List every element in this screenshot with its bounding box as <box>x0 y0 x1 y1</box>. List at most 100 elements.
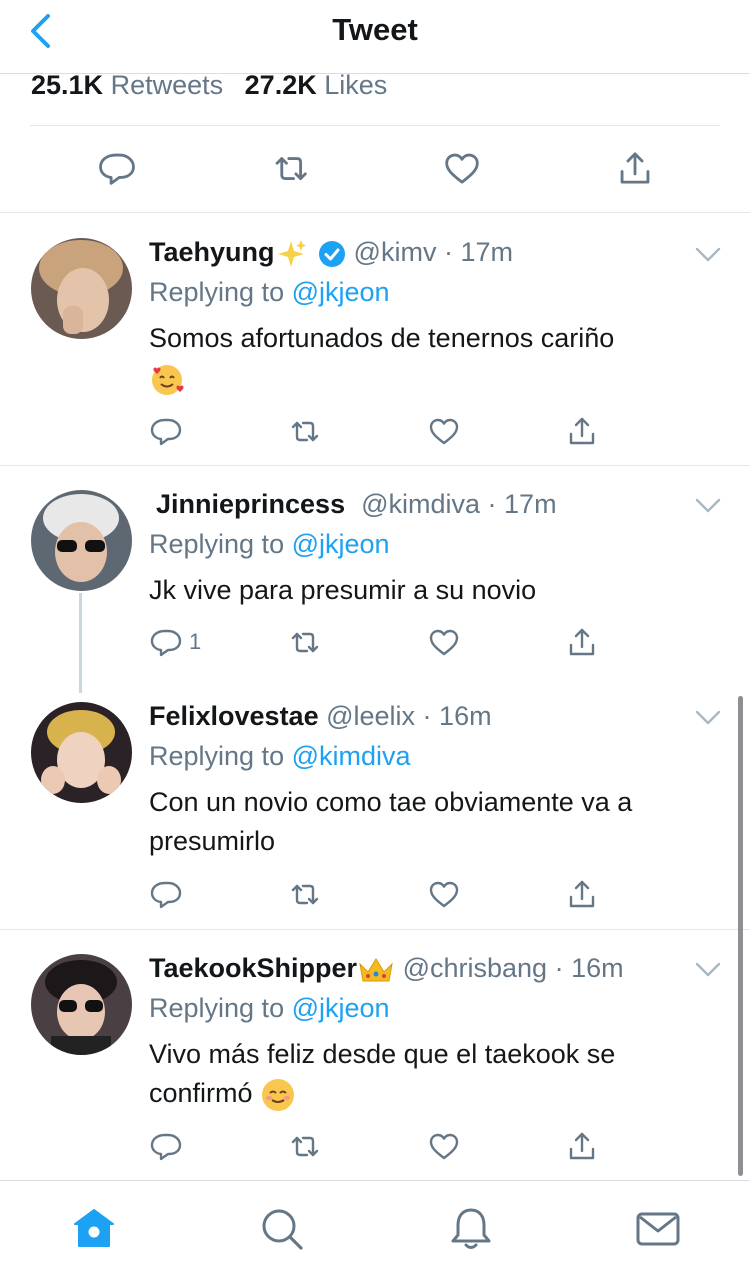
tweet-header: Felixlovestae @leelix · 16m <box>149 701 492 731</box>
display-name[interactable]: Felixlovestae <box>149 701 319 731</box>
likes-label[interactable]: Likes <box>324 70 387 100</box>
tweet-text: Jk vive para presumir a su novio <box>149 575 537 605</box>
divider <box>0 929 750 930</box>
sparkles-emoji-icon <box>277 239 306 267</box>
display-name[interactable]: Taehyung <box>149 237 275 267</box>
notifications-icon[interactable] <box>447 1205 495 1253</box>
chevron-down-icon[interactable] <box>694 245 722 265</box>
tweet-header: Taehyung @kimv · 17m <box>149 235 513 270</box>
avatar[interactable] <box>31 238 132 339</box>
tweet-actions <box>149 413 609 453</box>
scrollbar[interactable] <box>738 696 743 1176</box>
messages-icon[interactable] <box>634 1205 682 1253</box>
timestamp: 17m <box>460 237 513 267</box>
top-navigation-bar: Tweet <box>0 0 750 74</box>
display-name[interactable]: Jinnieprincess <box>156 489 345 519</box>
divider <box>0 465 750 466</box>
page-title: Tweet <box>332 12 418 47</box>
username[interactable]: @kimdiva <box>361 489 480 519</box>
retweet-icon[interactable] <box>270 148 310 188</box>
reply-button[interactable] <box>149 1128 183 1164</box>
reply-count: 1 <box>189 629 202 654</box>
divider <box>30 125 720 126</box>
reply-button[interactable] <box>149 413 183 449</box>
reply-icon[interactable] <box>97 148 137 188</box>
like-icon[interactable] <box>427 1129 461 1163</box>
share-button[interactable] <box>565 876 599 912</box>
reply-button[interactable]: 1 <box>149 624 201 660</box>
like-icon[interactable] <box>442 148 482 188</box>
share-icon[interactable] <box>565 625 599 659</box>
username[interactable]: @leelix <box>326 701 415 731</box>
like-icon[interactable] <box>427 625 461 659</box>
retweet-icon[interactable] <box>287 877 321 911</box>
likes-count[interactable]: 27.2K <box>245 70 317 100</box>
crown-emoji-icon <box>359 957 393 982</box>
tweet-actions: 1 <box>149 624 609 664</box>
avatar[interactable] <box>31 490 132 591</box>
share-button[interactable] <box>565 1128 599 1164</box>
reply-button[interactable] <box>149 876 183 912</box>
tweet-text: Con un novio como tae obviamente va a pr… <box>149 787 633 856</box>
timestamp: 16m <box>439 701 492 731</box>
retweet-icon[interactable] <box>287 1129 321 1163</box>
mention-link[interactable]: @jkjeon <box>292 993 390 1023</box>
home-icon[interactable] <box>70 1205 118 1253</box>
share-icon[interactable] <box>565 414 599 448</box>
retweets-label[interactable]: Retweets <box>111 70 224 100</box>
like-button[interactable] <box>427 624 461 660</box>
verified-badge-icon <box>319 240 346 267</box>
tweet-text: Vivo más feliz desde que el taekook se c… <box>149 1035 709 1113</box>
timestamp: 17m <box>504 489 557 519</box>
mention-link[interactable]: @kimdiva <box>292 741 411 771</box>
display-name[interactable]: TaekookShipper <box>149 953 357 983</box>
retweet-icon[interactable] <box>287 414 321 448</box>
retweet-button[interactable] <box>287 413 321 449</box>
retweet-button[interactable] <box>287 624 321 660</box>
bottom-tab-bar <box>0 1180 750 1280</box>
share-button[interactable] <box>565 413 599 449</box>
retweet-button[interactable] <box>287 876 321 912</box>
retweets-count[interactable]: 25.1K <box>31 70 103 100</box>
username[interactable]: @kimv <box>354 237 437 267</box>
username[interactable]: @chrisbang <box>403 953 547 983</box>
timestamp: 16m <box>571 953 624 983</box>
reply-icon[interactable] <box>149 877 183 911</box>
tweet-actions <box>149 1128 609 1168</box>
retweet-icon[interactable] <box>287 625 321 659</box>
avatar[interactable] <box>31 954 132 1055</box>
replying-to: Replying to @kimdiva <box>149 741 411 771</box>
mention-link[interactable]: @jkjeon <box>292 277 390 307</box>
chevron-down-icon[interactable] <box>694 496 722 516</box>
replying-to: Replying to @jkjeon <box>149 529 390 559</box>
like-icon[interactable] <box>427 414 461 448</box>
tweet-header: Jinnieprincess @kimdiva · 17m <box>156 489 557 519</box>
search-icon[interactable] <box>258 1205 306 1253</box>
chevron-down-icon[interactable] <box>694 708 722 728</box>
like-button[interactable] <box>427 1128 461 1164</box>
replying-to: Replying to @jkjeon <box>149 993 390 1023</box>
tweet-stats: 25.1K Retweets 27.2K Likes <box>31 70 387 101</box>
replying-to: Replying to @jkjeon <box>149 277 390 307</box>
smiling-face-with-hearts-emoji-icon <box>152 364 184 395</box>
avatar[interactable] <box>31 702 132 803</box>
retweet-button[interactable] <box>287 1128 321 1164</box>
reply-icon[interactable] <box>149 625 183 659</box>
reply-icon[interactable] <box>149 414 183 448</box>
divider <box>0 212 750 213</box>
share-icon[interactable] <box>565 877 599 911</box>
main-tweet-actions <box>0 140 750 200</box>
tweet-text: Somos afortunados de tenernos cariño <box>149 319 709 397</box>
share-icon[interactable] <box>615 148 655 188</box>
smiling-face-emoji-icon <box>262 1078 295 1111</box>
chevron-down-icon[interactable] <box>694 960 722 980</box>
share-icon[interactable] <box>565 1129 599 1163</box>
like-button[interactable] <box>427 876 461 912</box>
like-icon[interactable] <box>427 877 461 911</box>
mention-link[interactable]: @jkjeon <box>292 529 390 559</box>
reply-icon[interactable] <box>149 1129 183 1163</box>
share-button[interactable] <box>565 624 599 660</box>
tweet-actions <box>149 876 609 916</box>
like-button[interactable] <box>427 413 461 449</box>
tweet-header: TaekookShipper @chrisbang · 16m <box>149 951 624 986</box>
